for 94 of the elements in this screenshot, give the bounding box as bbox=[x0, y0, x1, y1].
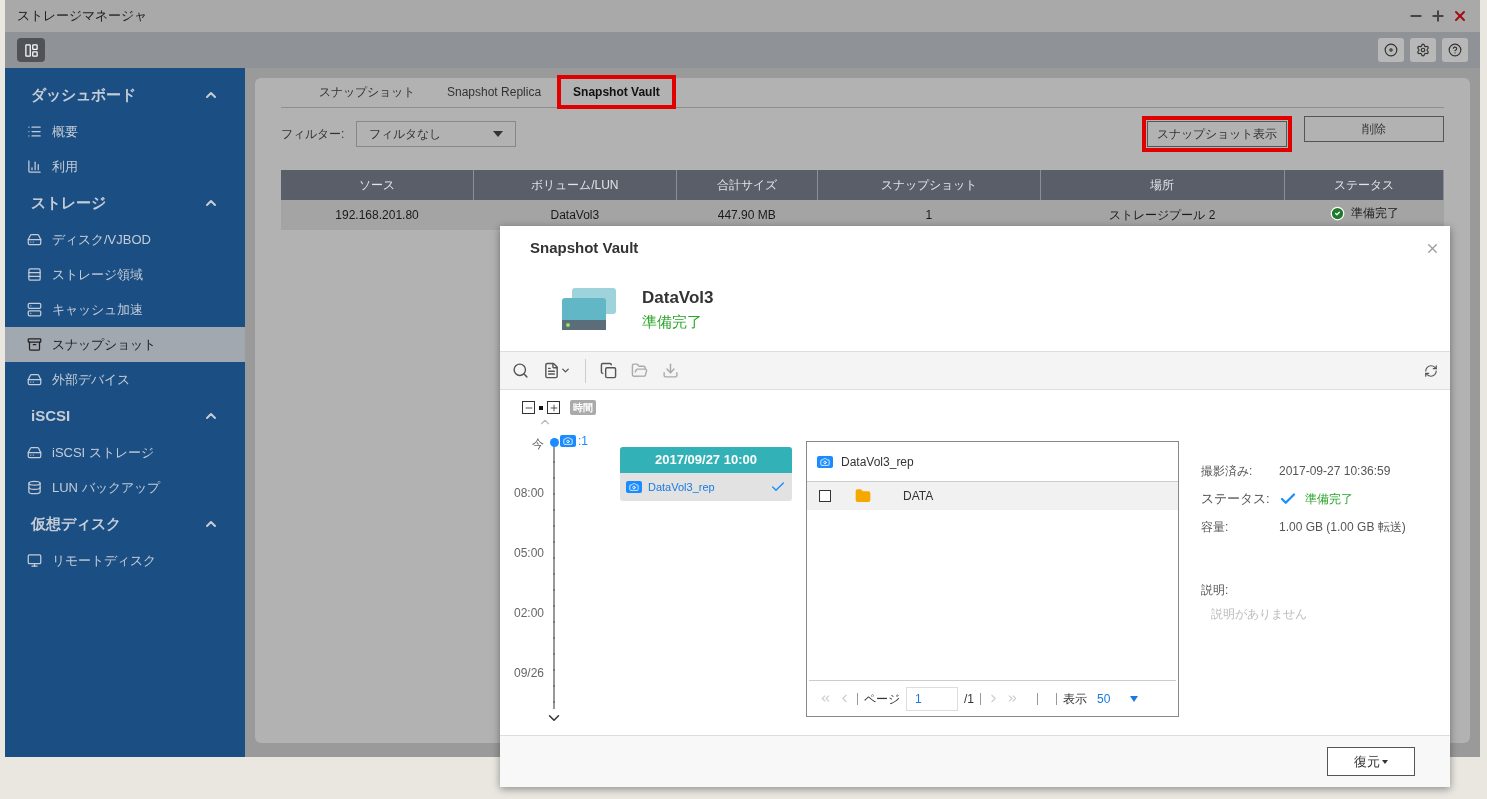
time-label: 05:00 bbox=[513, 545, 544, 562]
table-cell: 192.168.201.80 bbox=[281, 200, 474, 230]
layout-button[interactable] bbox=[17, 38, 45, 62]
dialog-title: Snapshot Vault bbox=[530, 237, 639, 258]
restore-button[interactable]: 復元 bbox=[1327, 747, 1415, 776]
column-header: 場所 bbox=[1040, 170, 1285, 200]
item-icon bbox=[27, 124, 42, 139]
zoom-label: 時間 bbox=[570, 400, 596, 415]
sidebar-item[interactable]: 利用 bbox=[5, 149, 245, 184]
caret-icon bbox=[493, 131, 504, 137]
column-header: スナップショット bbox=[817, 170, 1041, 200]
item-icon bbox=[27, 372, 42, 387]
folder-icon bbox=[855, 488, 871, 504]
tab[interactable]: スナップショット bbox=[305, 77, 429, 107]
zoom-in-icon[interactable] bbox=[547, 401, 560, 414]
copy-icon[interactable] bbox=[600, 362, 617, 379]
sidebar-item[interactable]: LUN バックアップ bbox=[5, 470, 245, 505]
sidebar-item[interactable]: iSCSI ストレージ bbox=[5, 435, 245, 470]
now-label: 今 bbox=[532, 436, 544, 451]
sidebar-item[interactable]: 概要 bbox=[5, 114, 245, 149]
snapshot-name: DataVol3_rep bbox=[648, 479, 715, 495]
camera-icon bbox=[626, 481, 642, 493]
checkbox[interactable] bbox=[819, 490, 831, 502]
sidebar-item[interactable]: リモートディスク bbox=[5, 543, 245, 578]
detail-value: 準備完了 bbox=[1305, 491, 1353, 508]
app-button[interactable] bbox=[1378, 38, 1404, 62]
file-row[interactable]: DATA bbox=[807, 482, 1178, 510]
section-title: ストレージ bbox=[31, 192, 106, 213]
column-header: 合計サイズ bbox=[676, 170, 818, 200]
section-title: ダッシュボード bbox=[31, 84, 136, 105]
help-button[interactable] bbox=[1442, 38, 1468, 62]
snapshot-count: :1 bbox=[578, 433, 588, 450]
sidebar-item[interactable]: ディスク/VJBOD bbox=[5, 222, 245, 257]
item-icon bbox=[27, 553, 42, 568]
page-total: /1 bbox=[964, 690, 974, 708]
show-label: 表示 bbox=[1063, 690, 1087, 708]
page-label: ページ bbox=[864, 690, 900, 708]
layout-icon bbox=[23, 42, 39, 58]
item-icon bbox=[27, 159, 42, 174]
maximize-icon[interactable] bbox=[1430, 8, 1446, 24]
settings-icon bbox=[1416, 43, 1430, 57]
zoom-level-icon bbox=[539, 405, 543, 410]
tab[interactable]: Snapshot Replica bbox=[433, 77, 556, 107]
detail-label: 容量: bbox=[1201, 519, 1230, 536]
filter-label: フィルター: bbox=[281, 126, 345, 143]
item-icon bbox=[27, 480, 42, 495]
caret-icon[interactable] bbox=[1130, 695, 1139, 702]
detail-value: 2017-09-27 10:36:59 bbox=[1279, 463, 1391, 480]
description-label: 説明: bbox=[1201, 582, 1230, 599]
detail-label: 撮影済み: bbox=[1201, 463, 1254, 480]
snapshot-date: 2017/09/27 10:00 bbox=[620, 447, 792, 473]
per-page-value[interactable]: 50 bbox=[1097, 689, 1111, 708]
settings-button[interactable] bbox=[1410, 38, 1436, 62]
camera-icon bbox=[560, 435, 576, 447]
zoom-out-icon[interactable] bbox=[522, 401, 535, 414]
section-title: iSCSI bbox=[31, 405, 71, 426]
disc-icon bbox=[1384, 43, 1398, 57]
tab[interactable]: Snapshot Vault bbox=[559, 77, 674, 107]
help-icon bbox=[1448, 43, 1462, 57]
view-menu-icon[interactable] bbox=[543, 362, 571, 379]
page-field[interactable]: 1 bbox=[906, 686, 958, 711]
time-label: 02:00 bbox=[513, 605, 544, 622]
filter-dropdown[interactable]: フィルタなし bbox=[356, 121, 517, 147]
detail-value: 1.00 GB (1.00 GB 転送) bbox=[1279, 519, 1406, 536]
sidebar-item[interactable]: スナップショット bbox=[5, 327, 245, 362]
time-label: 09/26 bbox=[513, 665, 544, 682]
refresh-icon[interactable] bbox=[1424, 363, 1438, 378]
close-icon[interactable] bbox=[1452, 8, 1468, 24]
time-label: 08:00 bbox=[513, 485, 544, 502]
column-header: ソース bbox=[281, 170, 474, 200]
volume-name: DataVol3 bbox=[642, 287, 714, 309]
item-icon bbox=[27, 445, 42, 460]
volume-status: 準備完了 bbox=[642, 311, 703, 332]
detail-label: ステータス: bbox=[1201, 490, 1271, 509]
search-icon[interactable] bbox=[512, 362, 529, 379]
description-text: 説明がありません bbox=[1211, 606, 1308, 623]
item-icon bbox=[27, 267, 42, 282]
window-title: ストレージマネージャ bbox=[17, 7, 147, 26]
action-button[interactable]: 削除 bbox=[1304, 116, 1444, 142]
item-icon bbox=[27, 232, 42, 247]
camera-icon bbox=[817, 455, 833, 468]
file-list-header: DataVol3_rep bbox=[841, 453, 914, 471]
section-title: 仮想ディスク bbox=[31, 513, 121, 534]
action-button[interactable]: スナップショット表示 bbox=[1147, 121, 1287, 147]
item-icon bbox=[27, 302, 42, 317]
column-header: ステータス bbox=[1284, 170, 1444, 200]
sidebar-item[interactable]: キャッシュ加速 bbox=[5, 292, 245, 327]
column-header: ボリューム/LUN bbox=[473, 170, 677, 200]
sidebar-item[interactable]: ストレージ領域 bbox=[5, 257, 245, 292]
file-name: DATA bbox=[903, 488, 934, 505]
sidebar-item[interactable]: 外部デバイス bbox=[5, 362, 245, 397]
item-icon bbox=[27, 337, 42, 352]
snapshot-card[interactable]: 2017/09/27 10:00 DataVol3_rep bbox=[620, 447, 792, 501]
caret-icon bbox=[1382, 759, 1388, 764]
